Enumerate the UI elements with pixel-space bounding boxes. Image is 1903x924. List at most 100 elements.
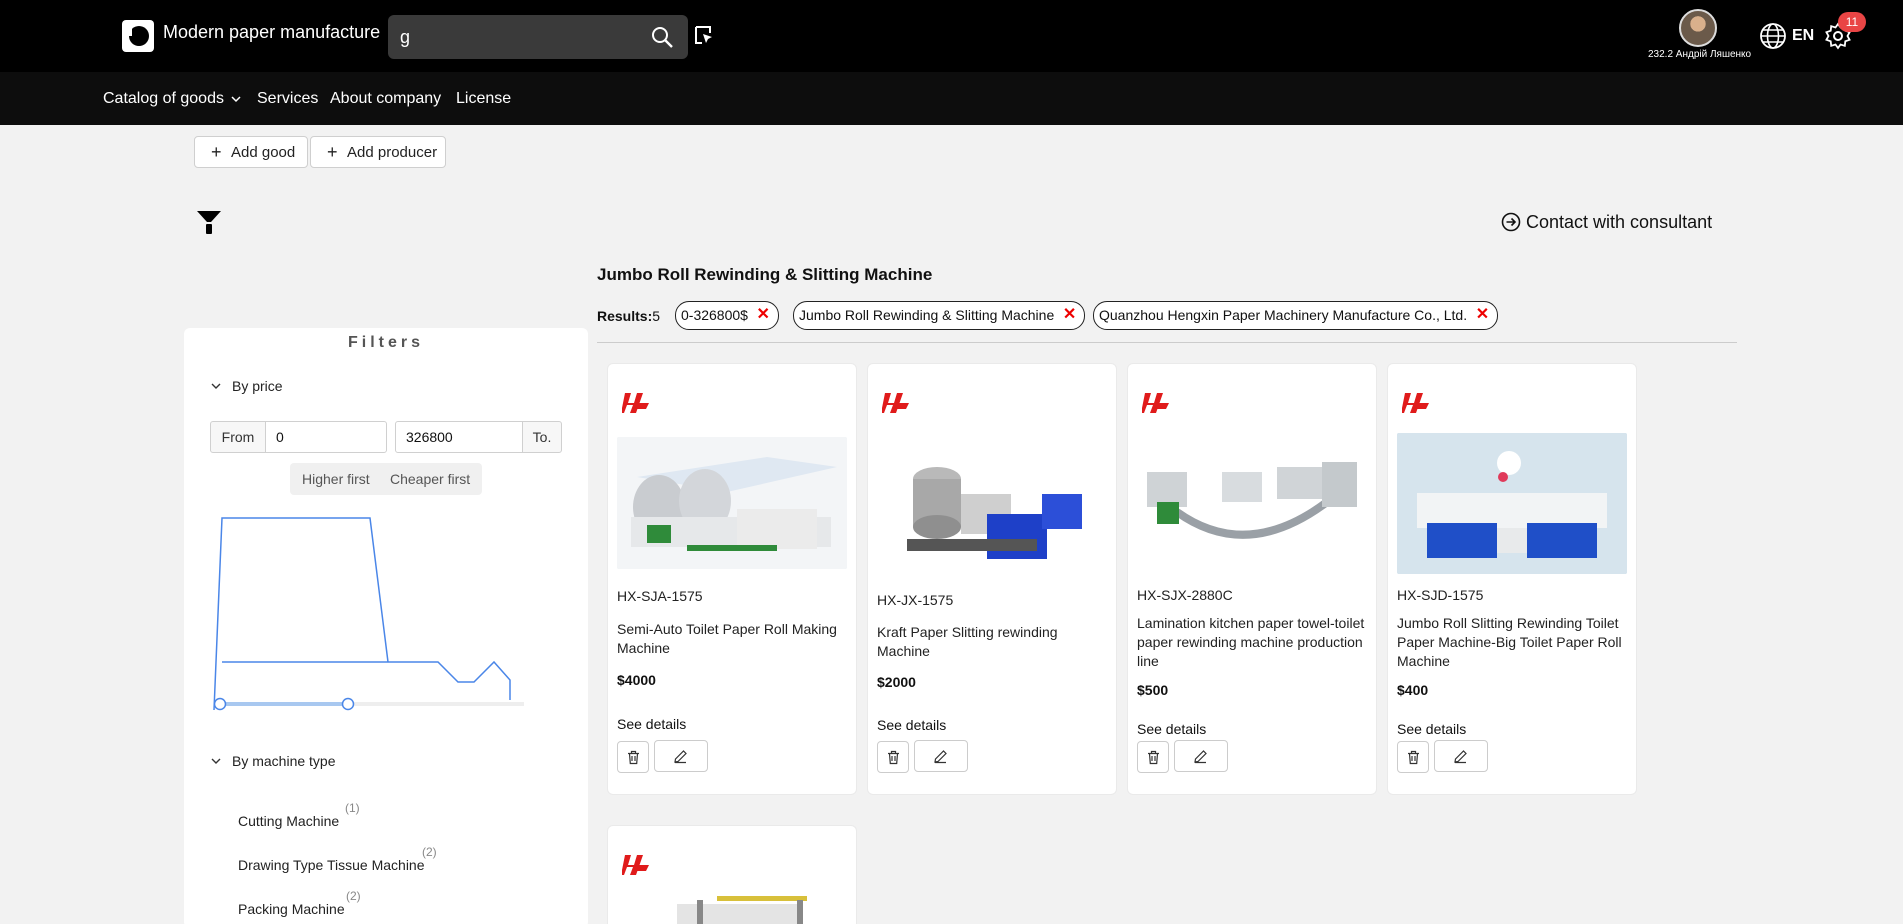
add-producer-button[interactable]: + Add producer — [310, 136, 446, 168]
close-icon[interactable]: ✕ — [1476, 302, 1489, 328]
product-name[interactable]: Semi-Auto Toilet Paper Roll Making Machi… — [617, 620, 847, 658]
product-name[interactable]: Kraft Paper Slitting rewinding Machine — [877, 623, 1107, 661]
trash-icon — [628, 750, 639, 765]
product-image[interactable] — [1137, 432, 1367, 568]
site-logo[interactable] — [122, 20, 154, 52]
product-image[interactable] — [617, 894, 847, 924]
price-section-toggle[interactable]: By price — [210, 378, 283, 394]
filters-panel: Filters By price From 0 326800 To. Highe… — [184, 328, 588, 924]
price-slider-max-handle — [341, 697, 355, 711]
machine-type-count: (2) — [346, 889, 361, 903]
add-good-label: Add good — [231, 144, 296, 161]
filter-chip-label: Quanzhou Hengxin Paper Machinery Manufac… — [1099, 307, 1468, 323]
brand-logo-icon — [1142, 393, 1169, 413]
delete-button[interactable] — [877, 741, 909, 773]
machine-type-section-toggle[interactable]: By machine type — [210, 753, 336, 769]
brand-logo-icon — [882, 393, 909, 413]
machine-type-count: (2) — [422, 845, 437, 859]
nav-services[interactable]: Services — [257, 90, 318, 108]
machine-type-name[interactable]: Drawing Type Tissue Machine — [238, 857, 425, 873]
globe-icon[interactable] — [1759, 22, 1787, 50]
price-from-input[interactable]: 0 — [265, 421, 387, 453]
product-code: HX-JX-1575 — [877, 592, 954, 608]
sort-cheaper-first[interactable]: Cheaper first — [390, 471, 470, 487]
price-slider-min-handle — [213, 697, 227, 711]
price-from-label: From — [210, 421, 266, 453]
results-divider — [597, 342, 1737, 343]
delete-button[interactable] — [617, 741, 649, 773]
filter-chip-price[interactable]: 0-326800$ ✕ — [675, 301, 779, 330]
user-name[interactable]: 232.2 Андрій Ляшенко — [1648, 49, 1751, 60]
search-input[interactable]: g — [388, 15, 688, 59]
close-icon[interactable]: ✕ — [757, 302, 770, 328]
contact-consultant-link[interactable]: Contact with consultant — [1526, 212, 1712, 233]
machine-type-option[interactable]: Packing Machine — [238, 901, 345, 917]
search-icon[interactable] — [650, 25, 674, 49]
product-card[interactable]: HX-JX-1575 Kraft Paper Slitting rewindin… — [867, 363, 1117, 795]
product-card[interactable]: HX-SJX-2880C Lamination kitchen paper to… — [1127, 363, 1377, 795]
edit-button[interactable] — [1434, 740, 1488, 772]
see-details-link[interactable]: See details — [1397, 721, 1466, 737]
machine-type-option[interactable]: Drawing Type Tissue Machine — [238, 857, 425, 873]
price-distribution-line — [222, 660, 511, 700]
filter-chip-type[interactable]: Jumbo Roll Rewinding & Slitting Machine ✕ — [793, 301, 1086, 330]
trash-icon — [1408, 750, 1419, 765]
product-name[interactable]: Lamination kitchen paper towel-toilet pa… — [1137, 614, 1367, 671]
product-card[interactable] — [607, 825, 857, 924]
product-image[interactable] — [1397, 433, 1627, 574]
search-input-value[interactable]: g — [400, 27, 410, 48]
filter-funnel-icon[interactable] — [196, 210, 222, 236]
see-details-link[interactable]: See details — [617, 716, 686, 732]
product-card[interactable]: HX-SJA-1575 Semi-Auto Toilet Paper Roll … — [607, 363, 857, 795]
language-selector[interactable]: EN — [1792, 27, 1814, 45]
see-details-link[interactable]: See details — [877, 717, 946, 733]
machine-type-option[interactable]: Cutting Machine — [238, 813, 339, 829]
product-price: $4000 — [617, 672, 656, 688]
plus-icon: + — [327, 142, 338, 162]
product-image[interactable] — [877, 439, 1107, 574]
pencil-icon — [674, 750, 687, 764]
product-name[interactable]: Jumbo Roll Slitting Rewinding Toilet Pap… — [1397, 614, 1627, 671]
product-code: HX-SJA-1575 — [617, 588, 703, 604]
filter-chip-producer[interactable]: Quanzhou Hengxin Paper Machinery Manufac… — [1093, 301, 1499, 330]
delete-button[interactable] — [1137, 741, 1169, 773]
site-title[interactable]: Modern paper manufacture — [163, 20, 380, 44]
pencil-icon — [1194, 750, 1207, 764]
notification-badge[interactable]: 11 — [1838, 12, 1866, 32]
nav-catalog[interactable]: Catalog of goods — [103, 90, 242, 108]
page-title: Jumbo Roll Rewinding & Slitting Machine — [597, 265, 933, 284]
filters-title: Filters — [347, 334, 424, 351]
edit-button[interactable] — [1174, 740, 1228, 772]
results-value: 5 — [652, 308, 661, 324]
nav-license[interactable]: License — [456, 90, 511, 108]
machine-type-name[interactable]: Packing Machine — [238, 901, 345, 917]
filter-chip-label: 0-326800$ — [681, 307, 748, 323]
price-to-input[interactable]: 326800 — [395, 421, 523, 453]
edit-button[interactable] — [914, 740, 968, 772]
product-price: $500 — [1137, 682, 1169, 698]
chevron-down-icon — [231, 96, 241, 102]
add-good-button[interactable]: + Add good — [194, 136, 308, 168]
avatar[interactable] — [1679, 9, 1717, 47]
machine-type-name[interactable]: Cutting Machine — [238, 813, 339, 829]
arrow-circle-icon[interactable] — [1501, 212, 1521, 232]
product-card[interactable]: HX-SJD-1575 Jumbo Roll Slitting Rewindin… — [1387, 363, 1637, 795]
price-histogram[interactable] — [208, 510, 548, 720]
top-bar: Modern paper manufacture g 232.2 Андрій … — [0, 0, 1903, 72]
price-sort-toggle: Higher first Cheaper first — [290, 463, 482, 495]
delete-button[interactable] — [1397, 741, 1429, 773]
brand-logo-icon — [1402, 393, 1429, 413]
trash-icon — [1148, 750, 1159, 765]
price-range-inputs: From 0 326800 To. — [210, 421, 562, 453]
product-image[interactable] — [617, 437, 847, 569]
edit-button[interactable] — [654, 740, 708, 772]
results-count: Results:5 — [597, 308, 660, 324]
pencil-icon — [1454, 750, 1467, 764]
select-pointer-icon[interactable] — [693, 24, 715, 46]
nav-catalog-label[interactable]: Catalog of goods — [103, 90, 224, 107]
close-icon[interactable]: ✕ — [1063, 302, 1076, 328]
see-details-link[interactable]: See details — [1137, 721, 1206, 737]
nav-about[interactable]: About company — [330, 90, 441, 108]
sort-higher-first[interactable]: Higher first — [302, 471, 370, 487]
chevron-down-icon — [211, 383, 221, 389]
